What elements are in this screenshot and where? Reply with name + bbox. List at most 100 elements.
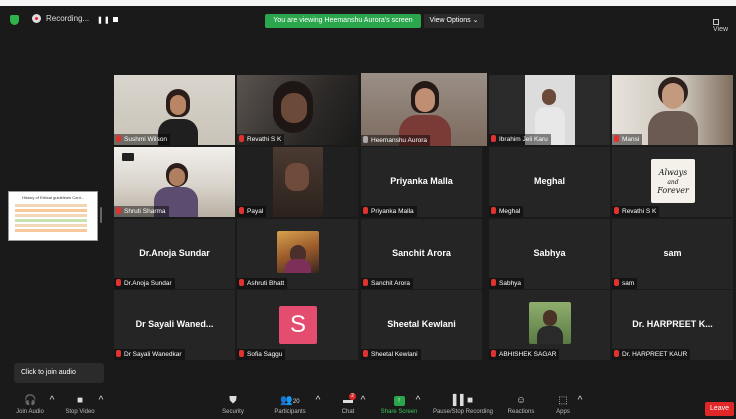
recording-indicator[interactable]: Recording... <box>32 14 89 23</box>
mic-muted-icon <box>116 135 121 142</box>
mic-muted-icon <box>239 207 244 214</box>
participants-button[interactable]: 👥20 Participants <box>268 392 312 419</box>
participant-tile[interactable]: Sushmi Wilson <box>114 75 235 145</box>
participant-tile[interactable]: Ibrahim Jeli Karu <box>489 75 610 145</box>
face <box>285 163 309 191</box>
panel-resize-handle[interactable] <box>100 207 102 223</box>
svg-text:Forever: Forever <box>656 186 690 195</box>
participant-tile[interactable]: Dr Sayali Waned... Dr Sayali Wanedkar <box>114 290 235 360</box>
participant-tile[interactable]: Sanchit Arora Sanchit Arora <box>361 219 482 289</box>
participant-name: ABHISHEK SAGAR <box>489 349 560 360</box>
slide-row <box>15 204 87 207</box>
participant-display-name: Dr. HARPREET K... <box>632 319 713 329</box>
participant-tile[interactable]: Ashruti Bhatt <box>237 219 358 289</box>
chevron-up-icon: ^ <box>577 395 583 406</box>
chevron-up-icon: ^ <box>98 395 104 406</box>
shoulders <box>648 111 698 145</box>
mic-muted-icon <box>116 350 121 357</box>
participant-tile[interactable]: Priyanka Malla Priyanka Malla <box>361 147 482 217</box>
apps-options-caret[interactable]: ^ <box>574 392 584 419</box>
pause-stop-icon: ▌▌■ <box>452 395 474 406</box>
always-forever-artwork: Always and Forever <box>656 168 690 195</box>
stop-video-button[interactable]: ■ Stop Video <box>60 392 100 419</box>
join-audio-button[interactable]: 🎧 Join Audio <box>12 392 48 419</box>
view-options-button[interactable]: View Options ⌄ <box>424 14 484 28</box>
mic-muted-icon <box>491 207 496 214</box>
mic-muted-icon <box>239 350 244 357</box>
video-options-caret[interactable]: ^ <box>95 392 105 419</box>
chat-options-caret[interactable]: ^ <box>357 392 367 419</box>
participant-tile[interactable]: sam sam <box>612 219 733 289</box>
participant-name: Shruti Sharma <box>114 206 169 217</box>
viewing-screen-banner: You are viewing Heemanshu Aurora's scree… <box>265 14 421 28</box>
participants-count: 20 <box>292 399 300 405</box>
participant-name: Priyanka Malla <box>361 206 417 217</box>
stop-recording-icon[interactable] <box>113 17 118 22</box>
pause-stop-recording-button[interactable]: ▌▌■ Pause/Stop Recording <box>428 392 498 419</box>
face <box>170 95 186 115</box>
participant-name: Meghal <box>489 206 524 217</box>
share-options-caret[interactable]: ^ <box>412 392 422 419</box>
participant-display-name: Sheetal Kewlani <box>387 319 456 329</box>
face <box>542 89 556 105</box>
reactions-button[interactable]: ☺ Reactions <box>504 392 538 419</box>
mic-muted-icon <box>363 279 368 286</box>
participant-name: Sofia Saggu <box>237 349 286 360</box>
cloud-recording-icon <box>32 14 41 23</box>
participant-name: Sabhya <box>489 278 525 289</box>
svg-text:and: and <box>667 179 678 186</box>
avatar-initial: S <box>279 306 317 344</box>
participant-name: Heemanshu Aurora <box>361 135 431 146</box>
participant-tile[interactable]: ABHISHEK SAGAR <box>489 290 610 360</box>
face <box>169 168 185 186</box>
participant-tile[interactable]: Payal <box>237 147 358 217</box>
participant-display-name: Dr.Anoja Sundar <box>139 248 210 258</box>
view-button[interactable]: View <box>713 19 736 33</box>
security-button[interactable]: ⛊ Security <box>215 392 251 419</box>
participant-tile[interactable]: Sheetal Kewlani Sheetal Kewlani <box>361 290 482 360</box>
participants-options-caret[interactable]: ^ <box>312 392 322 419</box>
participant-name: sam <box>612 278 638 289</box>
shield-icon[interactable] <box>10 15 19 25</box>
mic-muted-icon <box>116 279 121 286</box>
chat-icon: ▬ 2 <box>342 393 356 406</box>
participant-tile[interactable]: Sabhya Sabhya <box>489 219 610 289</box>
participant-name: Ibrahim Jeli Karu <box>489 134 551 145</box>
shared-screen-thumbnail[interactable]: History of Ethical guidelines Cont... <box>8 191 98 241</box>
pause-recording-icon[interactable]: ❚❚ <box>97 16 111 24</box>
meeting-top-bar: Recording... ❚❚ You are viewing Heemansh… <box>0 6 736 33</box>
participant-tile-active-speaker[interactable]: Heemanshu Aurora <box>361 73 487 146</box>
participant-tile[interactable]: S Sofia Saggu <box>237 290 358 360</box>
profile-picture <box>529 302 571 344</box>
participant-tile[interactable]: Meghal Meghal <box>489 147 610 217</box>
participant-name: Dr. HARPREET KAUR <box>612 349 691 360</box>
face <box>415 88 435 112</box>
participant-tile[interactable]: Dr. HARPREET K... Dr. HARPREET KAUR <box>612 290 733 360</box>
mic-muted-icon <box>614 279 619 286</box>
participant-name: Revathi S K <box>612 206 660 217</box>
participants-icon: 👥20 <box>280 395 300 406</box>
participant-tile[interactable]: Dr.Anoja Sundar Dr.Anoja Sundar <box>114 219 235 289</box>
leave-button[interactable]: Leave <box>705 402 734 416</box>
mic-muted-icon <box>614 207 619 214</box>
participant-display-name: Sanchit Arora <box>392 248 451 258</box>
shoulders <box>285 259 311 273</box>
participant-tile[interactable]: Revathi S K <box>237 75 358 145</box>
join-audio-tooltip[interactable]: Click to join audio <box>14 363 104 383</box>
view-label: View <box>713 26 729 33</box>
participant-display-name: sam <box>663 248 682 258</box>
mic-muted-icon <box>491 279 496 286</box>
slide-row <box>15 209 87 212</box>
participant-tile[interactable]: Always and Forever Revathi S K <box>612 147 733 217</box>
smile-icon: ☺ <box>515 395 527 406</box>
participant-tile[interactable]: Shruti Sharma <box>114 147 235 217</box>
audio-options-caret[interactable]: ^ <box>46 392 56 419</box>
face <box>662 83 684 109</box>
participant-tile[interactable]: Mansi <box>612 75 733 145</box>
participant-name: Mansi <box>612 134 643 145</box>
chevron-up-icon: ^ <box>49 395 55 406</box>
chevron-up-icon: ^ <box>315 395 321 406</box>
video-camera-icon: ■ <box>76 395 84 406</box>
recording-label: Recording... <box>46 14 90 23</box>
apps-button[interactable]: ⬚ Apps <box>550 392 576 419</box>
